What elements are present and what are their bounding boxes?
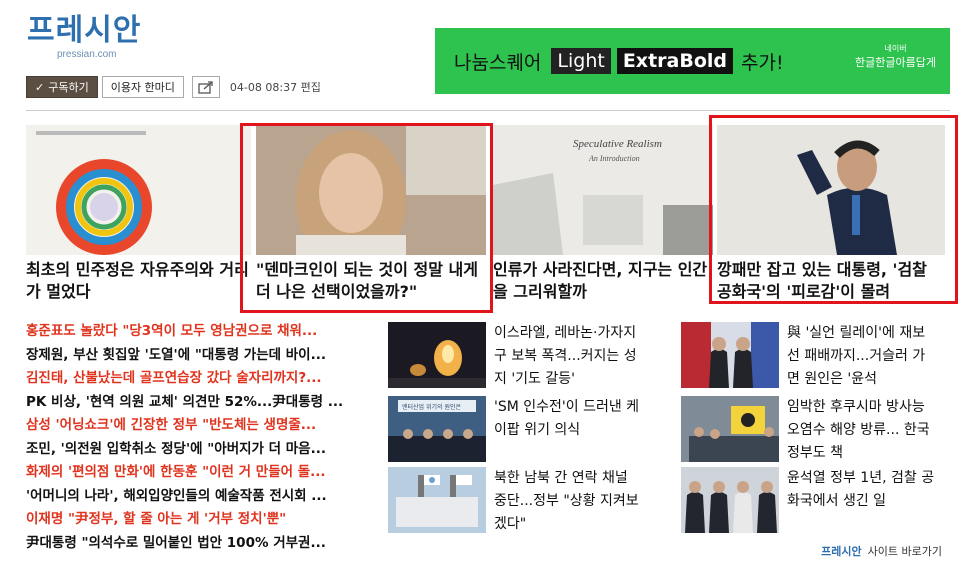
conference-banner-text: 엔터산업 위기의 원인은 — [402, 403, 461, 411]
featured-card[interactable]: 최초의 민주정은 자유주의와 거리가 멀었다 — [26, 125, 251, 303]
site-shortcut-link[interactable]: 프레시안 사이트 바로가기 — [821, 543, 942, 559]
thumb-image: 엔터산업 위기의 원인은 — [388, 396, 486, 462]
banner-brand: 네이버 한글한글아름답게 — [855, 42, 936, 70]
share-button[interactable] — [191, 76, 220, 98]
news-item[interactable]: PK 비상, '현역 의원 교체' 의견만 52%...尹대통령 ... — [26, 391, 366, 415]
footer-brand: 프레시안 — [821, 545, 862, 558]
thumb-article[interactable]: 이스라엘, 레바논·가자지구 보복 폭격...커지는 성지 '기도 갈등' — [388, 322, 644, 391]
news-item[interactable]: 삼성 '어닝쇼크'에 긴장한 정부 "반도체는 생명줄... — [26, 414, 366, 438]
highlight-box — [240, 123, 493, 313]
thumb-article[interactable]: 윤석열 정부 1년, 검찰 공화국에서 생긴 일 — [681, 467, 937, 533]
cover-title: Speculative Realism — [573, 138, 662, 150]
site-logo[interactable]: 프레시안 pressian.com — [27, 14, 157, 64]
thumb-title[interactable]: 'SM 인수전'이 드러낸 케이팝 위기 의식 — [494, 396, 644, 462]
logo-subtext: pressian.com — [57, 49, 117, 60]
thumb-article[interactable]: 북한 남북 간 연락 채널 중단...정부 "상황 지켜보겠다" — [388, 467, 644, 536]
datetime: 04-08 08:37 편집 — [230, 79, 321, 95]
news-item[interactable]: 화제의 '편의점 만화'에 한동훈 "이런 거 만들어 돌... — [26, 461, 366, 485]
card-title[interactable]: 최초의 민주정은 자유주의와 거리가 멀었다 — [26, 259, 251, 303]
card-image — [26, 125, 251, 255]
thumb-article[interactable]: 임박한 후쿠시마 방사능 오염수 해양 방류... 한국 정부도 책 — [681, 396, 937, 465]
thumb-title[interactable]: 이스라엘, 레바논·가자지구 보복 폭격...커지는 성지 '기도 갈등' — [494, 322, 644, 391]
share-icon — [198, 81, 213, 94]
divider — [26, 110, 950, 111]
book-cover-image — [26, 125, 251, 255]
subscribe-button[interactable]: ✓ 구독하기 — [26, 76, 98, 98]
thumb-image — [388, 467, 486, 533]
thumb-image — [681, 322, 779, 388]
thumb-article[interactable]: 엔터산업 위기의 원인은 'SM 인수전'이 드러낸 케이팝 위기 의식 — [388, 396, 644, 462]
logo-text: 프레시안 — [27, 13, 142, 48]
thumb-image — [681, 396, 779, 462]
news-item[interactable]: 장제원, 부산 횟집앞 '도열'에 "대통령 가는데 바이... — [26, 344, 366, 368]
officials-standing-image — [681, 467, 779, 533]
building-flags-image — [388, 467, 486, 533]
card-image: Speculative Realism An Introduction — [493, 125, 713, 255]
book-cover-image: Speculative Realism An Introduction — [493, 125, 713, 255]
night-explosion-image — [388, 322, 486, 388]
banner-brand-small: 네이버 — [884, 44, 907, 53]
banner-add: 추가! — [741, 51, 784, 74]
thumb-title[interactable]: 與 '실언 릴레이'에 재보선 패배까지...거슬러 가면 원인은 '윤석 — [787, 322, 937, 391]
footer-text: 사이트 바로가기 — [867, 545, 942, 558]
banner-brand-text: 한글한글아름답게 — [855, 56, 936, 69]
thumb-image — [388, 322, 486, 388]
protest-crowd-image — [681, 396, 779, 462]
news-item[interactable]: '어머니의 나라', 해외입양인들의 예술작품 전시회 ... — [26, 485, 366, 509]
two-officials-image — [681, 322, 779, 388]
banner-text: 나눔스퀘어 — [454, 51, 542, 74]
press-conference-image: 엔터산업 위기의 원인은 — [388, 396, 486, 462]
user-comment-button[interactable]: 이용자 한마디 — [101, 76, 184, 98]
thumb-title[interactable]: 윤석열 정부 1년, 검찰 공화국에서 생긴 일 — [787, 467, 937, 533]
card-title[interactable]: 인류가 사라진다면, 지구는 인간을 그리워할까 — [493, 259, 713, 303]
news-item[interactable]: 尹대통령 "의석수로 밀어붙인 법안 100% 거부권... — [26, 532, 366, 556]
news-list: 홍준표도 놀랐다 "당3역이 모두 영남권으로 채워... 장제원, 부산 횟집… — [26, 320, 366, 555]
thumb-title[interactable]: 북한 남북 간 연락 채널 중단...정부 "상황 지켜보겠다" — [494, 467, 644, 536]
subscribe-label: 구독하기 — [48, 81, 89, 94]
featured-card[interactable]: Speculative Realism An Introduction 인류가 … — [493, 125, 713, 303]
thumb-image — [681, 467, 779, 533]
news-item[interactable]: 조민, '의전원 입학취소 정당'에 "아버지가 더 마음... — [26, 438, 366, 462]
banner-bold: ExtraBold — [616, 48, 733, 74]
news-item[interactable]: 이재명 "尹정부, 할 줄 아는 게 '거부 정치'뿐" — [26, 508, 366, 532]
edit-label: 편집 — [300, 81, 321, 94]
article-toolbar: ✓ 구독하기 이용자 한마디 04-08 08:37 편집 — [26, 76, 321, 98]
thumb-article[interactable]: 與 '실언 릴레이'에 재보선 패배까지...거슬러 가면 원인은 '윤석 — [681, 322, 937, 391]
thumb-title[interactable]: 임박한 후쿠시마 방사능 오염수 해양 방류... 한국 정부도 책 — [787, 396, 937, 465]
banner-light: Light — [551, 48, 611, 74]
news-item[interactable]: 김진태, 산불났는데 골프연습장 갔다 술자리까지?... — [26, 367, 366, 391]
highlight-box — [709, 115, 958, 304]
check-icon: ✓ — [35, 80, 45, 94]
news-item[interactable]: 홍준표도 놀랐다 "당3역이 모두 영남권으로 채워... — [26, 320, 366, 344]
datetime-value: 04-08 08:37 — [229, 81, 298, 94]
ad-banner[interactable]: 나눔스퀘어 Light ExtraBold 추가! 네이버 한글한글아름답게 — [435, 28, 950, 94]
cover-subtitle: An Introduction — [588, 154, 640, 163]
